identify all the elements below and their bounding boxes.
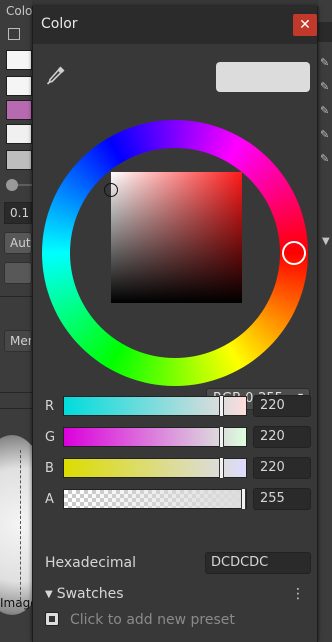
eyedropper-icon[interactable]: ✎ [320,128,332,142]
hue-ring-handle[interactable] [282,241,306,265]
slider-knob[interactable] [6,179,18,191]
kebab-menu-icon[interactable]: ⋮ [291,586,305,602]
divider [0,296,32,297]
title-bar[interactable]: Color ✕ [33,6,317,44]
auto-dropdown[interactable]: Auto [4,232,32,254]
color-field-purple[interactable] [6,100,32,120]
channel-label: R [45,399,55,414]
swatches-label: Swatches [56,586,124,602]
channel-slider-a[interactable] [63,488,247,510]
divider [0,408,32,409]
eyedropper-icon[interactable]: ✎ [320,104,332,118]
eyedropper-icon[interactable]: ✎ [320,56,332,70]
slider-handle[interactable] [241,488,246,510]
eyedropper-icon[interactable]: ✎ [320,152,332,166]
slider-handle[interactable] [219,457,224,479]
hex-label: Hexadecimal [45,555,136,571]
alpha-gradient [64,490,246,508]
field-edge[interactable] [318,22,332,42]
add-preset-text[interactable]: Click to add new preset [70,612,235,628]
channel-field-b[interactable]: 220 [253,457,311,479]
channel-slider-g[interactable] [63,426,247,448]
hue-wheel-area[interactable] [42,120,308,386]
channel-field-r[interactable]: 220 [253,395,311,417]
channel-slider-r[interactable] [63,395,247,417]
menu-button[interactable]: Menu [4,330,32,352]
color-field-white[interactable] [6,50,32,70]
value-gradient [111,172,242,303]
divider [0,392,32,393]
channel-label: A [45,492,54,507]
channel-field-a[interactable]: 255 [253,488,311,510]
color-field-light[interactable] [6,124,32,144]
chevron-down-icon[interactable]: ▼ [322,236,330,247]
secondary-button[interactable] [4,262,32,284]
color-field-white-2[interactable] [6,76,32,96]
inspector-left-panel: Color Tint 0.1 Auto Menu Image [0,0,54,642]
eyedropper-icon [46,66,65,85]
add-preset-icon[interactable] [45,612,59,626]
close-icon: ✕ [299,17,311,33]
float-field[interactable]: 0.1 [4,202,32,224]
slider-track[interactable] [18,184,32,186]
preview-guide [20,450,32,600]
swatches-foldout[interactable]: ▼ Swatches [45,586,124,602]
editor-stage: Color Tint 0.1 Auto Menu Image ✎ ✎ ✎ ✎ ✎… [0,0,332,642]
eyedropper-icon[interactable]: ✎ [320,80,332,94]
eyedropper-button[interactable] [45,64,67,86]
color-field-grey[interactable] [6,150,32,170]
slider-handle[interactable] [219,426,224,448]
slider-handle[interactable] [219,395,224,417]
channel-label: B [45,461,54,476]
inspector-right-edge [318,0,332,642]
channel-label: G [45,430,56,445]
color-picker-window: Color ✕ RGB 0-255 ▾ [32,6,318,642]
saturation-value-square[interactable] [104,172,242,303]
close-button[interactable]: ✕ [293,14,317,36]
foldout-triangle-icon: ▼ [45,589,53,600]
preview-label: Image [0,596,32,610]
window-title: Color [41,16,78,32]
hex-field[interactable]: DCDCDC [205,552,311,574]
object-icon[interactable] [8,28,20,40]
channel-slider-b[interactable] [63,457,247,479]
color-preview-swatch [216,62,310,92]
inspector-title: Color Tint [6,4,32,18]
channel-field-g[interactable]: 220 [253,426,311,448]
